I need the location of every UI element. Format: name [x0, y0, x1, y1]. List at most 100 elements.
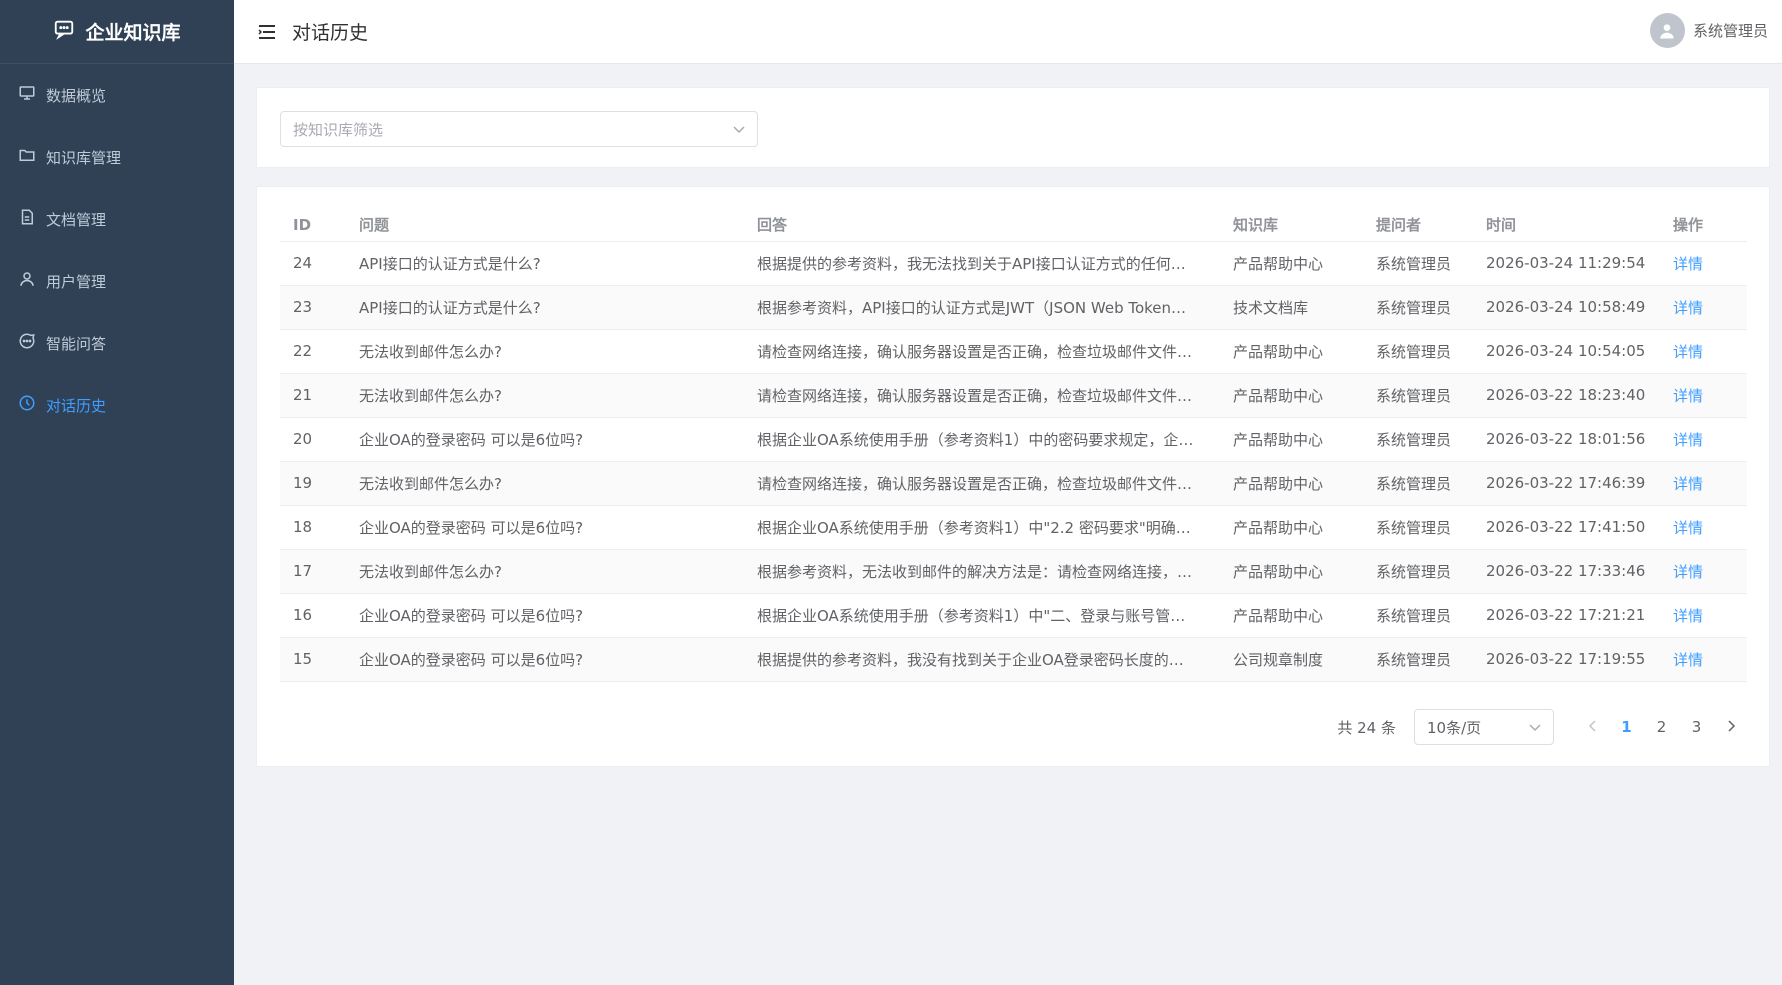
chat-bubble-icon	[53, 18, 85, 45]
knowledge-base-filter-select[interactable]: 按知识库筛选	[280, 111, 758, 147]
sidebar-menu: 数据概览 知识库管理 文档管理 用户管理 智能问答 对话历史	[0, 64, 234, 436]
sidebar-item-smart-qa[interactable]: 智能问答	[0, 312, 234, 374]
sidebar: 企业知识库 数据概览 知识库管理 文档管理 用户管理 智能问答 对话历史	[0, 0, 234, 985]
cell-answer: 根据企业OA系统使用手册（参考资料1）中的密码要求规定，企…	[744, 417, 1220, 462]
cell-action: 详情	[1660, 593, 1747, 638]
chevron-down-icon	[733, 120, 745, 138]
cell-time: 2026-03-24 10:54:05	[1473, 329, 1660, 374]
user-menu[interactable]: 系统管理员	[1649, 13, 1768, 48]
sidebar-item-users[interactable]: 用户管理	[0, 250, 234, 312]
cell-asker: 系统管理员	[1363, 637, 1473, 682]
cell-id: 21	[280, 373, 346, 418]
detail-link[interactable]: 详情	[1673, 607, 1703, 625]
monitor-icon	[18, 84, 46, 106]
chat-history-table: ID 问题 回答 知识库 提问者 时间 操作 24 API接口的认证方式是什么? 根…	[280, 209, 1747, 682]
table-row: 15 企业OA的登录密码 可以是6位吗? 根据提供的参考资料，我没有找到关于企业OA…	[280, 637, 1747, 682]
table-row: 19 无法收到邮件怎么办? 请检查网络连接，确认服务器设置是否正确，检查垃圾邮件文件…	[280, 461, 1747, 506]
cell-answer: 根据提供的参考资料，我无法找到关于API接口认证方式的任何…	[744, 241, 1220, 286]
cell-asker: 系统管理员	[1363, 285, 1473, 330]
cell-asker: 系统管理员	[1363, 329, 1473, 374]
column-header-action: 操作	[1660, 209, 1747, 242]
table-header-row: ID 问题 回答 知识库 提问者 时间 操作	[280, 209, 1747, 242]
cell-question: 无法收到邮件怎么办?	[346, 549, 744, 594]
clock-icon	[18, 394, 46, 416]
sidebar-item-documents[interactable]: 文档管理	[0, 188, 234, 250]
pagination-total: 共 24 条	[1337, 718, 1396, 737]
page-size-value: 10条/页	[1427, 718, 1482, 737]
cell-time: 2026-03-22 17:46:39	[1473, 461, 1660, 506]
column-header-asker: 提问者	[1363, 209, 1473, 242]
cell-time: 2026-03-24 11:29:54	[1473, 241, 1660, 286]
cell-answer: 请检查网络连接，确认服务器设置是否正确，检查垃圾邮件文件…	[744, 373, 1220, 418]
table-row: 20 企业OA的登录密码 可以是6位吗? 根据企业OA系统使用手册（参考资料1）中的…	[280, 417, 1747, 462]
cell-answer: 根据企业OA系统使用手册（参考资料1）中"二、登录与账号管…	[744, 593, 1220, 638]
cell-question: 企业OA的登录密码 可以是6位吗?	[346, 505, 744, 550]
cell-answer: 根据企业OA系统使用手册（参考资料1）中"2.2 密码要求"明确…	[744, 505, 1220, 550]
cell-knowledge-base: 产品帮助中心	[1220, 549, 1363, 594]
chevron-left-icon	[1588, 718, 1596, 736]
sidebar-item-dashboard[interactable]: 数据概览	[0, 64, 234, 126]
cell-knowledge-base: 产品帮助中心	[1220, 417, 1363, 462]
next-page-button[interactable]	[1714, 709, 1749, 745]
detail-link[interactable]: 详情	[1673, 563, 1703, 581]
detail-link[interactable]: 详情	[1673, 475, 1703, 493]
table-row: 18 企业OA的登录密码 可以是6位吗? 根据企业OA系统使用手册（参考资料1）中"…	[280, 505, 1747, 550]
cell-answer: 根据参考资料，API接口的认证方式是JWT（JSON Web Token…	[744, 285, 1220, 330]
detail-link[interactable]: 详情	[1673, 299, 1703, 317]
cell-action: 详情	[1660, 549, 1747, 594]
filter-card: 按知识库筛选	[256, 87, 1770, 168]
page-1-button[interactable]: 1	[1609, 709, 1644, 745]
cell-time: 2026-03-22 18:01:56	[1473, 417, 1660, 462]
cell-question: 无法收到邮件怎么办?	[346, 461, 744, 506]
sidebar-item-label: 智能问答	[46, 334, 107, 353]
detail-link[interactable]: 详情	[1673, 519, 1703, 537]
cell-action: 详情	[1660, 241, 1747, 286]
page-size-select[interactable]: 10条/页	[1414, 709, 1554, 745]
column-header-id: ID	[280, 209, 346, 242]
page-2-button[interactable]: 2	[1644, 709, 1679, 745]
table-row: 24 API接口的认证方式是什么? 根据提供的参考资料，我无法找到关于API接口认证…	[280, 241, 1747, 286]
column-header-answer: 回答	[744, 209, 1220, 242]
cell-action: 详情	[1660, 505, 1747, 550]
sidebar-item-chat-history[interactable]: 对话历史	[0, 374, 234, 436]
cell-answer: 请检查网络连接，确认服务器设置是否正确，检查垃圾邮件文件…	[744, 461, 1220, 506]
chevron-down-icon	[1529, 718, 1541, 736]
brand: 企业知识库	[0, 0, 234, 64]
prev-page-button[interactable]	[1574, 709, 1609, 745]
cell-asker: 系统管理员	[1363, 373, 1473, 418]
cell-knowledge-base: 产品帮助中心	[1220, 241, 1363, 286]
folder-icon	[18, 146, 46, 168]
cell-question: 企业OA的登录密码 可以是6位吗?	[346, 593, 744, 638]
cell-action: 详情	[1660, 637, 1747, 682]
cell-question: 无法收到邮件怎么办?	[346, 373, 744, 418]
cell-action: 详情	[1660, 461, 1747, 506]
cell-id: 15	[280, 637, 346, 682]
cell-question: 无法收到邮件怎么办?	[346, 329, 744, 374]
cell-asker: 系统管理员	[1363, 417, 1473, 462]
sidebar-item-label: 文档管理	[46, 210, 107, 229]
detail-link[interactable]: 详情	[1673, 255, 1703, 273]
avatar[interactable]	[1649, 13, 1685, 48]
table-row: 23 API接口的认证方式是什么? 根据参考资料，API接口的认证方式是JWT（JS…	[280, 285, 1747, 330]
table-row: 17 无法收到邮件怎么办? 根据参考资料，无法收到邮件的解决方法是：请检查网络连接，…	[280, 549, 1747, 594]
cell-knowledge-base: 产品帮助中心	[1220, 505, 1363, 550]
chat-icon	[18, 332, 46, 354]
detail-link[interactable]: 详情	[1673, 343, 1703, 361]
cell-action: 详情	[1660, 373, 1747, 418]
cell-asker: 系统管理员	[1363, 241, 1473, 286]
filter-placeholder: 按知识库筛选	[293, 120, 384, 139]
sidebar-item-label: 知识库管理	[46, 148, 122, 167]
sidebar-item-knowledge-base[interactable]: 知识库管理	[0, 126, 234, 188]
sidebar-item-label: 对话历史	[46, 396, 107, 415]
detail-link[interactable]: 详情	[1673, 387, 1703, 405]
detail-link[interactable]: 详情	[1673, 651, 1703, 669]
page-3-button[interactable]: 3	[1679, 709, 1714, 745]
cell-id: 17	[280, 549, 346, 594]
cell-question: 企业OA的登录密码 可以是6位吗?	[346, 417, 744, 462]
cell-knowledge-base: 产品帮助中心	[1220, 461, 1363, 506]
detail-link[interactable]: 详情	[1673, 431, 1703, 449]
cell-action: 详情	[1660, 285, 1747, 330]
cell-time: 2026-03-22 17:33:46	[1473, 549, 1660, 594]
column-header-knowledge-base: 知识库	[1220, 209, 1363, 242]
menu-toggle-icon[interactable]	[258, 24, 276, 40]
